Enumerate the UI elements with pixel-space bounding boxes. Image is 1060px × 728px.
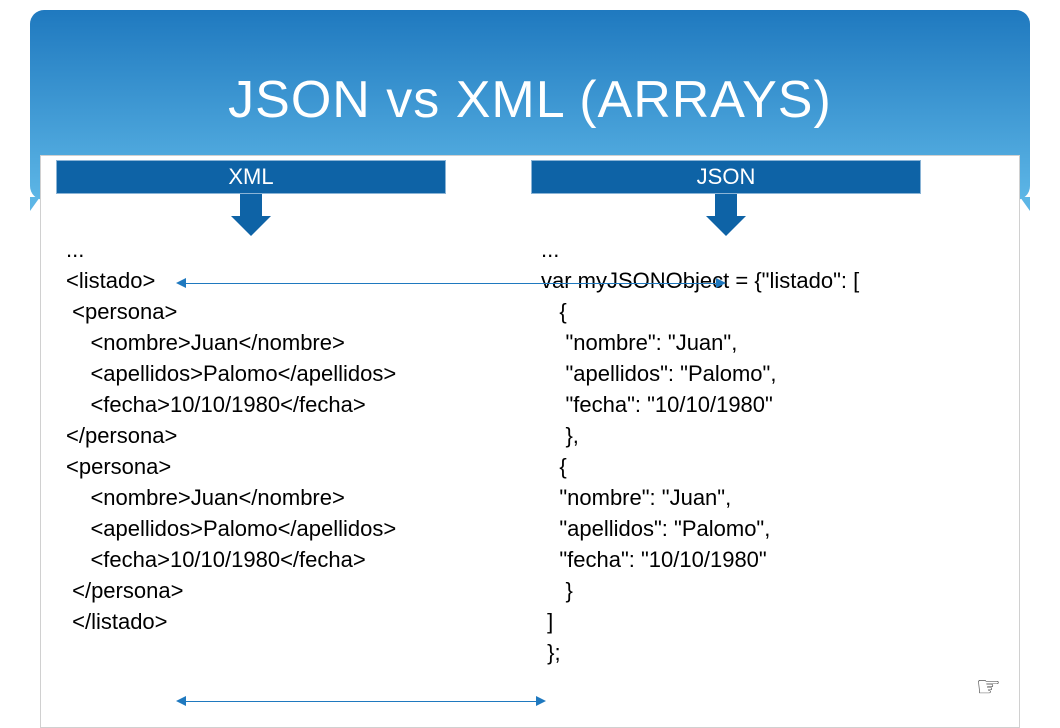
column-header-xml-label: XML [228,164,273,190]
page-title: JSON vs XML (ARRAYS) [30,10,1030,130]
hand-pointer-icon: ☞ [976,670,1001,703]
banner-wedge-left [30,197,40,211]
connector-arrow-icon [186,701,536,702]
connector-arrow-icon [186,283,716,284]
code-block-xml: ... <listado> <persona> <nombre>Juan</no… [66,234,396,637]
banner-wedge-right [1020,197,1030,211]
arrow-down-icon [706,194,746,236]
column-header-json: JSON [531,160,921,194]
column-header-json-label: JSON [697,164,756,190]
arrow-down-icon [231,194,271,236]
code-block-json: ... var myJSONObject = {"listado": [ { "… [541,234,859,668]
content-card: XML JSON ... <listado> <persona> <nombre… [40,155,1020,728]
column-header-xml: XML [56,160,446,194]
